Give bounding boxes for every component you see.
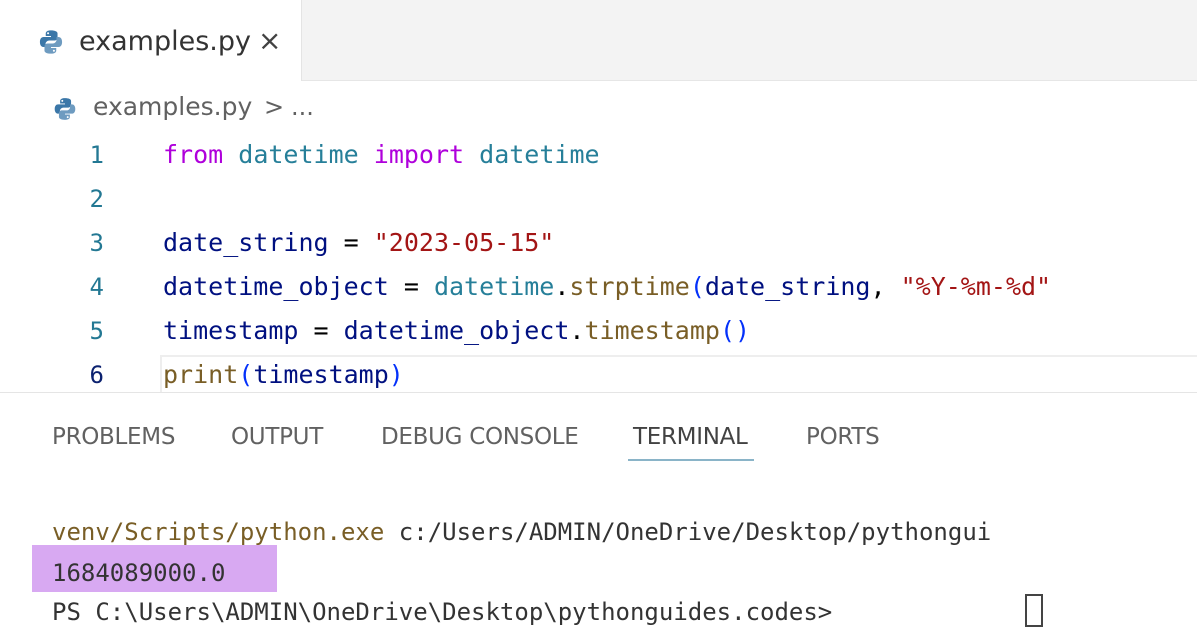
python-icon: [54, 98, 76, 120]
code-token: ,: [870, 272, 901, 301]
code-line[interactable]: 3 date_string = "2023-05-15": [0, 221, 1197, 265]
code-token: =: [388, 272, 434, 301]
active-tab-indicator: [628, 459, 754, 461]
code-line[interactable]: 4 datetime_object = datetime.strptime(dat…: [0, 265, 1197, 309]
terminal-output: 1684089000.0: [52, 559, 226, 587]
code-token: datetime_object: [163, 272, 389, 301]
line-number: 4: [89, 273, 104, 301]
breadcrumb-file[interactable]: examples.py: [93, 87, 252, 127]
code-token: print: [163, 360, 239, 389]
code-token: strptime: [569, 272, 690, 301]
tab-problems[interactable]: PROBLEMS: [52, 417, 175, 457]
tab-output[interactable]: OUTPUT: [231, 417, 323, 457]
line-number: 2: [89, 185, 104, 213]
line-number: 1: [89, 141, 104, 169]
terminal-command-exe: venv/Scripts/python.exe: [52, 518, 385, 546]
code-token: from: [163, 140, 224, 169]
code-token: datetime: [479, 140, 600, 169]
tab-examples-py[interactable]: examples.py ×: [0, 0, 302, 81]
tab-ports[interactable]: PORTS: [806, 417, 880, 457]
code-token: timestamp: [163, 316, 299, 345]
tab-terminal[interactable]: TERMINAL: [633, 417, 748, 457]
tab-label: examples.py: [79, 26, 251, 57]
code-line[interactable]: 2: [0, 177, 1197, 221]
line-number: 6: [89, 361, 104, 389]
terminal-command-line: venv/Scripts/python.exe c:/Users/ADMIN/O…: [52, 512, 991, 552]
code-token: ): [388, 360, 404, 389]
code-text: datetime_object = datetime.strptime(date…: [163, 265, 1051, 309]
code-text: from datetime import datetime: [163, 133, 600, 177]
code-text: print(timestamp): [163, 353, 404, 397]
code-token: .: [554, 272, 570, 301]
code-token: (: [238, 360, 254, 389]
editor-tab-bar: examples.py ×: [0, 0, 1197, 81]
terminal-command-path: c:/Users/ADMIN/OneDrive/Desktop/pythongu…: [384, 518, 992, 546]
code-token: import: [373, 140, 465, 169]
tab-debug-console[interactable]: DEBUG CONSOLE: [381, 417, 579, 457]
code-line[interactable]: 5 timestamp = datetime_object.timestamp(): [0, 309, 1197, 353]
code-token: timestamp: [253, 360, 389, 389]
code-token: "%Y-%m-%d": [900, 272, 1052, 301]
code-token: date_string: [704, 272, 871, 301]
code-token: (: [689, 272, 705, 301]
close-icon[interactable]: ×: [258, 24, 281, 58]
code-line[interactable]: 6 print(timestamp): [0, 353, 1197, 397]
code-line[interactable]: 1 from datetime import datetime: [0, 133, 1197, 177]
breadcrumb: examples.py > ...: [0, 84, 1197, 130]
code-token: (): [719, 316, 751, 345]
code-token: datetime_object: [343, 316, 570, 345]
code-text: timestamp = datetime_object.timestamp(): [163, 309, 750, 353]
terminal-cursor[interactable]: [1025, 594, 1043, 627]
code-token: date_string: [163, 228, 329, 257]
line-number: 3: [89, 229, 104, 257]
code-token: .: [569, 316, 585, 345]
code-editor[interactable]: 1 from datetime import datetime 2 3 date_str…: [0, 132, 1197, 395]
line-number: 5: [89, 317, 104, 345]
code-token: datetime: [433, 272, 555, 301]
bottom-panel: PROBLEMS OUTPUT DEBUG CONSOLE TERMINAL P…: [0, 392, 1197, 629]
code-token: datetime: [238, 140, 359, 169]
code-token: "2023-05-15": [373, 228, 555, 257]
breadcrumb-symbols[interactable]: ...: [291, 87, 314, 127]
code-token: timestamp: [584, 316, 720, 345]
chevron-right-icon: >: [264, 93, 285, 121]
terminal-prompt: PS C:\Users\ADMIN\OneDrive\Desktop\pytho…: [52, 598, 847, 626]
code-token: =: [298, 316, 344, 345]
python-icon: [39, 30, 63, 54]
code-text: date_string = "2023-05-15": [163, 221, 554, 265]
code-token: =: [328, 228, 374, 257]
